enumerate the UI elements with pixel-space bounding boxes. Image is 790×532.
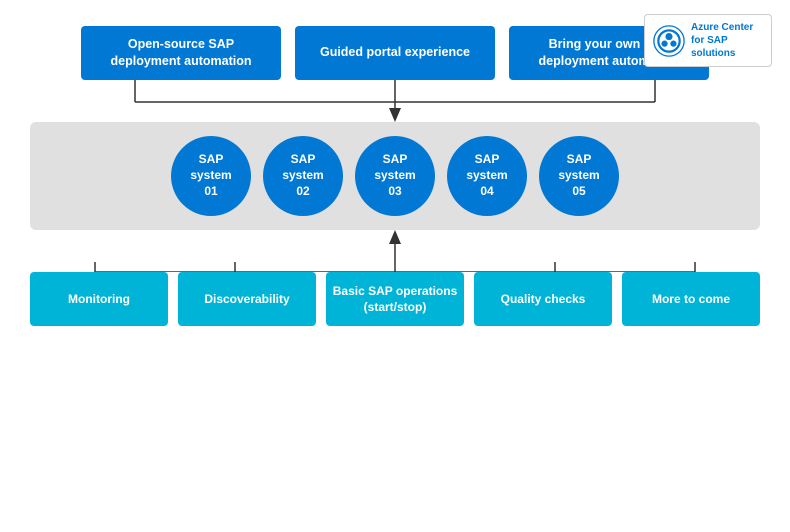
azure-badge: Azure Centerfor SAPsolutions	[644, 14, 772, 67]
sap-system-01: SAP system 01	[171, 136, 251, 216]
sap-05-line1: SAP	[567, 152, 592, 168]
basic-ops-label: Basic SAP operations (start/stop)	[332, 283, 458, 315]
open-source-label: Open-source SAP deployment automation	[95, 36, 267, 70]
sap-01-line2: system	[190, 168, 231, 184]
guided-portal-box: Guided portal experience	[295, 26, 495, 80]
sap-03-line2: system	[374, 168, 415, 184]
bottom-connectors-svg	[35, 230, 755, 272]
discoverability-box: Discoverability	[178, 272, 316, 326]
azure-logo-icon	[653, 25, 685, 57]
guided-portal-label: Guided portal experience	[320, 44, 470, 61]
middle-band: SAP system 01 SAP system 02 SAP system 0…	[30, 122, 760, 230]
sap-02-line3: 02	[296, 184, 309, 200]
sap-03-line1: SAP	[383, 152, 408, 168]
azure-badge-text: Azure Centerfor SAPsolutions	[691, 21, 753, 60]
open-source-box: Open-source SAP deployment automation	[81, 26, 281, 80]
sap-01-line3: 01	[204, 184, 217, 200]
sap-02-line2: system	[282, 168, 323, 184]
top-connectors-svg	[35, 80, 755, 122]
top-connectors	[35, 80, 755, 122]
monitoring-label: Monitoring	[68, 291, 130, 307]
bottom-connectors	[35, 230, 755, 272]
basic-ops-box: Basic SAP operations (start/stop)	[326, 272, 464, 326]
sap-01-line1: SAP	[199, 152, 224, 168]
sap-system-03: SAP system 03	[355, 136, 435, 216]
sap-04-line2: system	[466, 168, 507, 184]
quality-checks-label: Quality checks	[501, 291, 586, 307]
sap-05-line3: 05	[572, 184, 585, 200]
sap-04-line3: 04	[480, 184, 493, 200]
sap-05-line2: system	[558, 168, 599, 184]
bottom-row: Monitoring Discoverability Basic SAP ope…	[30, 272, 760, 326]
sap-04-line1: SAP	[475, 152, 500, 168]
quality-checks-box: Quality checks	[474, 272, 612, 326]
more-to-come-label: More to come	[652, 291, 730, 307]
sap-system-04: SAP system 04	[447, 136, 527, 216]
monitoring-box: Monitoring	[30, 272, 168, 326]
sap-03-line3: 03	[388, 184, 401, 200]
discoverability-label: Discoverability	[204, 291, 289, 307]
more-to-come-box: More to come	[622, 272, 760, 326]
sap-system-02: SAP system 02	[263, 136, 343, 216]
diagram-container: Azure Centerfor SAPsolutions Open-source…	[0, 0, 790, 532]
sap-02-line1: SAP	[291, 152, 316, 168]
sap-system-05: SAP system 05	[539, 136, 619, 216]
